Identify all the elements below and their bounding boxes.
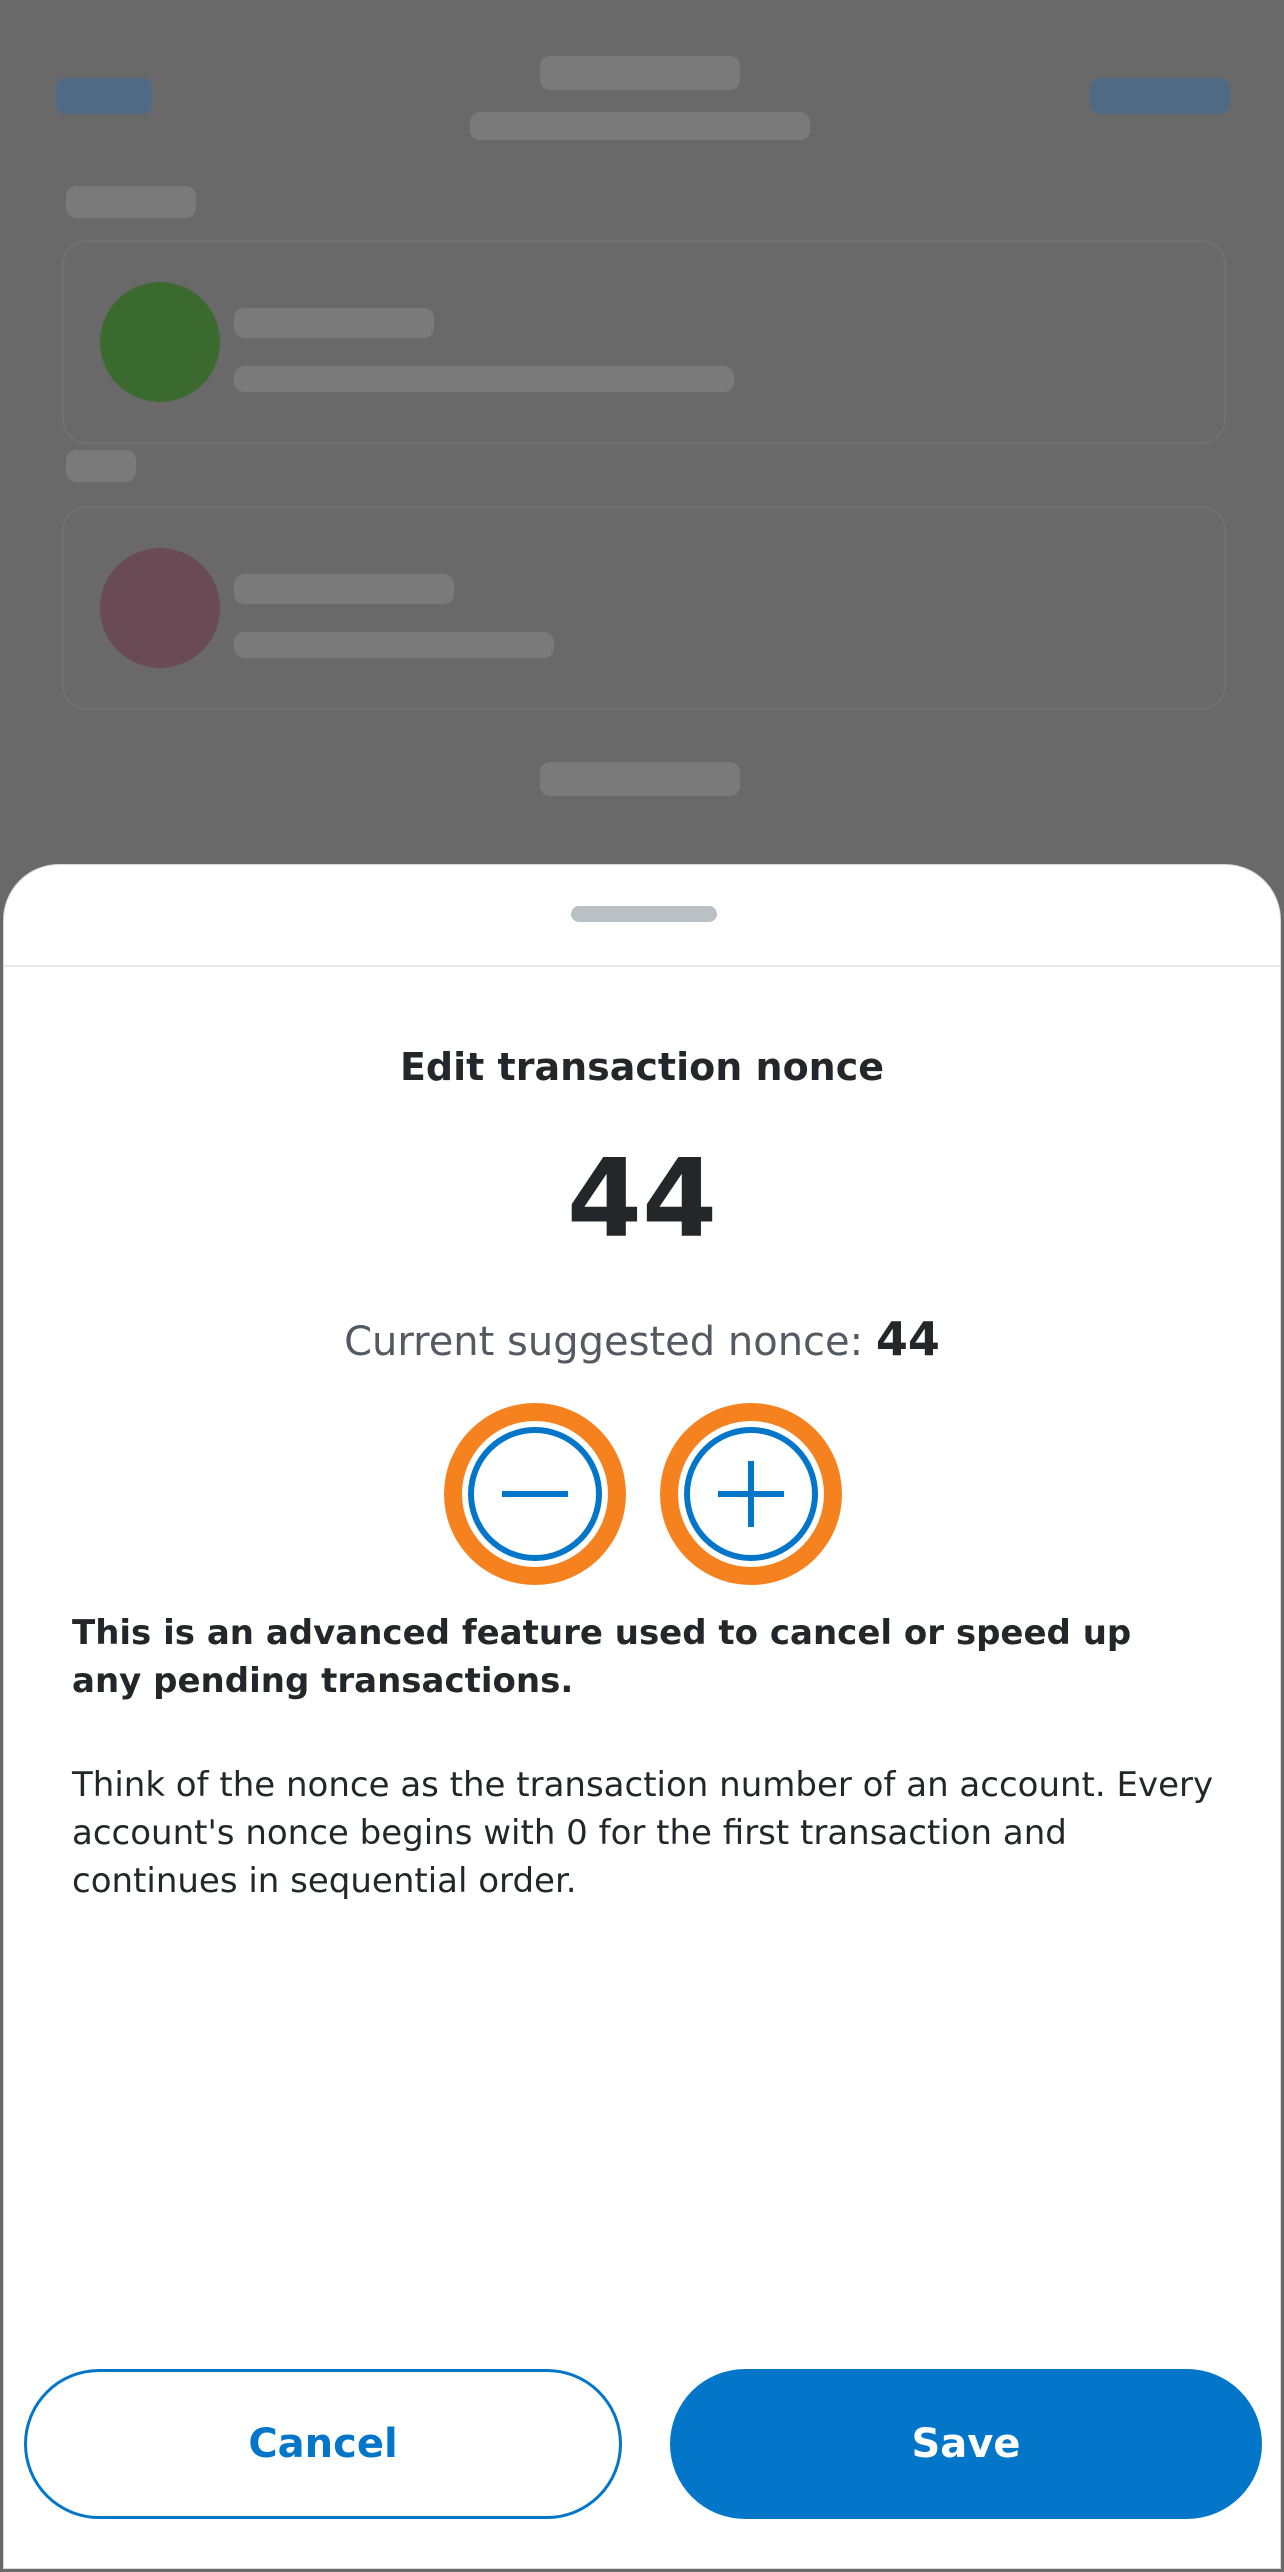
edit-link-blurred [1090,78,1230,114]
header-subtitle-blurred [470,112,810,140]
sheet-divider [4,965,1280,967]
cancel-button[interactable]: Cancel [24,2369,622,2519]
save-button[interactable]: Save [670,2369,1262,2519]
increment-nonce-button[interactable] [660,1403,842,1585]
minus-icon [468,1427,602,1561]
to-label-blurred [66,450,136,482]
amount-label-blurred [540,762,740,796]
edit-nonce-sheet: Edit transaction nonce 44 Current sugges… [3,864,1281,2569]
suggested-nonce-value: 44 [875,1312,940,1366]
to-account-card-blurred [62,506,1226,710]
suggested-nonce: Current suggested nonce: 44 [4,1312,1280,1366]
plus-icon [684,1427,818,1561]
avatar [100,282,220,402]
avatar [100,548,220,668]
back-link-blurred [56,78,152,114]
header-title-blurred [540,56,740,90]
from-account-card-blurred [62,240,1226,444]
nonce-explanation: Think of the nonce as the transaction nu… [72,1765,1214,1901]
suggested-nonce-label: Current suggested nonce: [344,1319,864,1365]
advanced-feature-warning: This is an advanced feature used to canc… [72,1613,1132,1701]
nonce-value: 44 [566,1137,718,1262]
decrement-nonce-button[interactable] [444,1403,626,1585]
from-label-blurred [66,186,196,218]
sheet-drag-handle[interactable] [571,906,717,922]
sheet-title: Edit transaction nonce [399,1045,885,1089]
